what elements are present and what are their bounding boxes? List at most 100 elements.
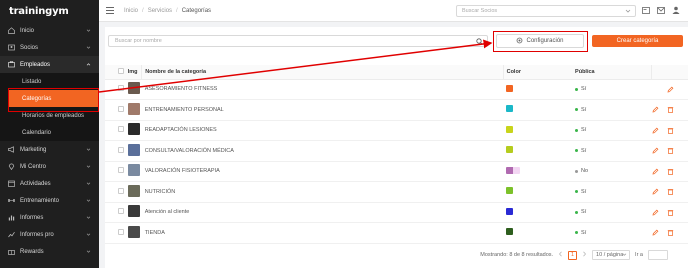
- row-checkbox[interactable]: [117, 126, 124, 133]
- table-row[interactable]: Atención al cliente Sí: [105, 202, 688, 223]
- sidebar-item-informes[interactable]: Informes: [0, 209, 99, 226]
- table-row[interactable]: NUTRICIÓN Sí: [105, 181, 688, 203]
- public-status-dot: [575, 169, 579, 173]
- edit-icon[interactable]: [652, 127, 659, 134]
- header-public: Pública: [575, 65, 652, 80]
- chevron-down-icon: [85, 215, 91, 221]
- row-checkbox[interactable]: [117, 228, 124, 235]
- public-status: Sí: [581, 147, 587, 154]
- sidebar-item-rewards[interactable]: Rewards: [0, 243, 99, 260]
- sidebar-item-informes-pro[interactable]: Informes pro: [0, 226, 99, 243]
- delete-icon[interactable]: [667, 106, 674, 114]
- member-search-placeholder: Buscar Socios: [462, 8, 498, 14]
- row-checkbox[interactable]: [117, 187, 124, 194]
- row-checkbox[interactable]: [117, 146, 124, 153]
- pagination: Mostrando: 8 de 8 resultados. 1 10 / pág…: [105, 249, 688, 261]
- edit-icon[interactable]: [652, 168, 659, 175]
- gift-icon: [8, 248, 15, 255]
- create-category-button[interactable]: Crear categoría: [592, 35, 683, 47]
- table-row[interactable]: ASESORAMIENTO FITNESS Sí: [105, 79, 688, 100]
- user-icon[interactable]: [672, 6, 680, 14]
- category-color-swatch: [506, 125, 514, 133]
- header-name[interactable]: Nombre de la categoría: [141, 65, 504, 80]
- sidebar-item-actividades[interactable]: Actividades: [0, 175, 99, 192]
- row-checkbox[interactable]: [117, 208, 124, 215]
- edit-icon[interactable]: [652, 209, 659, 216]
- sidebar-submenu: Listado Categorías Horarios de empleados Ca…: [0, 73, 99, 141]
- sidebar-subitem[interactable]: Categorías: [9, 90, 99, 107]
- category-thumbnail: [127, 123, 140, 136]
- app-logo: trainingym: [9, 5, 69, 17]
- edit-icon[interactable]: [652, 229, 659, 236]
- sidebar-item-mi-centro[interactable]: Mi Centro: [0, 158, 99, 175]
- table-row[interactable]: ENTRENAMIENTO PERSONAL Sí: [105, 99, 688, 121]
- category-thumbnail: [127, 102, 140, 115]
- card-icon[interactable]: [642, 6, 650, 14]
- breadcrumb-inicio[interactable]: Inicio: [124, 8, 138, 14]
- edit-icon[interactable]: [667, 86, 674, 93]
- delete-icon[interactable]: [667, 188, 674, 196]
- page-number[interactable]: 1: [568, 250, 578, 260]
- header-color: Color: [502, 65, 576, 80]
- row-checkbox[interactable]: [117, 167, 124, 174]
- sidebar-item-socios[interactable]: Socios: [0, 39, 99, 56]
- breadcrumb-servicios[interactable]: Servicios: [148, 8, 172, 14]
- delete-icon[interactable]: [667, 209, 674, 216]
- category-name: ENTRENAMIENTO PERSONAL: [141, 99, 504, 121]
- category-search-placeholder: Buscar por nombre: [115, 38, 162, 44]
- delete-icon[interactable]: [667, 168, 674, 175]
- table-row[interactable]: TIENDA Sí: [105, 222, 688, 244]
- page-size-select[interactable]: 10 / página: [592, 250, 631, 260]
- select-all-checkbox[interactable]: [117, 67, 124, 74]
- row-checkbox[interactable]: [117, 105, 124, 112]
- category-color-swatch: [506, 105, 514, 113]
- page-size-value: 10 / página: [596, 252, 624, 258]
- category-search-input[interactable]: Buscar por nombre: [108, 35, 488, 47]
- category-color-swatch: [506, 187, 514, 195]
- member-search-select[interactable]: Buscar Socios: [456, 5, 636, 17]
- public-status-dot: [575, 231, 579, 235]
- delete-icon[interactable]: [667, 127, 674, 134]
- mail-icon[interactable]: [657, 6, 665, 14]
- delete-icon[interactable]: [667, 229, 674, 237]
- row-checkbox[interactable]: [117, 85, 124, 92]
- category-name: ASESORAMIENTO FITNESS: [141, 79, 504, 100]
- sidebar-item-label: Socios: [20, 44, 39, 51]
- search-icon[interactable]: [476, 38, 483, 47]
- edit-icon[interactable]: [652, 106, 659, 113]
- goto-page-input[interactable]: [648, 250, 668, 260]
- sidebar-subitem[interactable]: Horarios de empleados: [0, 107, 99, 124]
- results-summary: Mostrando: 8 de 8 resultados.: [480, 252, 554, 258]
- public-status-dot: [575, 128, 579, 132]
- home-icon: [8, 27, 15, 34]
- table-row[interactable]: READAPTACIÓN LESIONES Sí: [105, 120, 688, 141]
- sidebar-subitem[interactable]: Calendario: [0, 124, 99, 141]
- sidebar-subitem[interactable]: Listado: [0, 73, 99, 90]
- table-row[interactable]: CONSULTA/VALORACIÓN MÉDICA Sí: [105, 140, 688, 162]
- table-row[interactable]: VALORACIÓN FISIOTERAPIA No: [105, 161, 688, 182]
- sidebar-item-inicio[interactable]: Inicio: [0, 22, 99, 39]
- public-status: Sí: [581, 106, 587, 113]
- sidebar-item-marketing[interactable]: Marketing: [0, 141, 99, 158]
- menu-icon[interactable]: [106, 7, 114, 15]
- category-color-swatch: [506, 228, 514, 236]
- sidebar-item-entrenamiento[interactable]: Entrenamiento: [0, 192, 99, 209]
- category-name: CONSULTA/VALORACIÓN MÉDICA: [141, 140, 504, 162]
- delete-icon[interactable]: [667, 147, 674, 155]
- prev-page-icon[interactable]: [558, 251, 563, 259]
- sidebar-item-label: Informes pro: [20, 231, 54, 238]
- next-page-icon[interactable]: [582, 251, 587, 259]
- category-name: READAPTACIÓN LESIONES: [141, 120, 504, 141]
- configuration-button[interactable]: Configuración: [496, 34, 584, 48]
- category-thumbnail: [127, 225, 140, 238]
- configuration-label: Configuración: [526, 38, 564, 44]
- category-thumbnail: [127, 82, 140, 95]
- edit-icon[interactable]: [652, 147, 659, 154]
- category-color-swatch: [506, 84, 514, 92]
- sidebar-item-label: Informes: [20, 214, 44, 221]
- sidebar-item-empleados[interactable]: Empleados: [0, 56, 99, 73]
- breadcrumb: Inicio / Servicios / Categorías: [124, 7, 212, 14]
- edit-icon[interactable]: [652, 188, 659, 195]
- breadcrumb-current: Categorías: [181, 7, 212, 14]
- category-thumbnail: [127, 143, 140, 156]
